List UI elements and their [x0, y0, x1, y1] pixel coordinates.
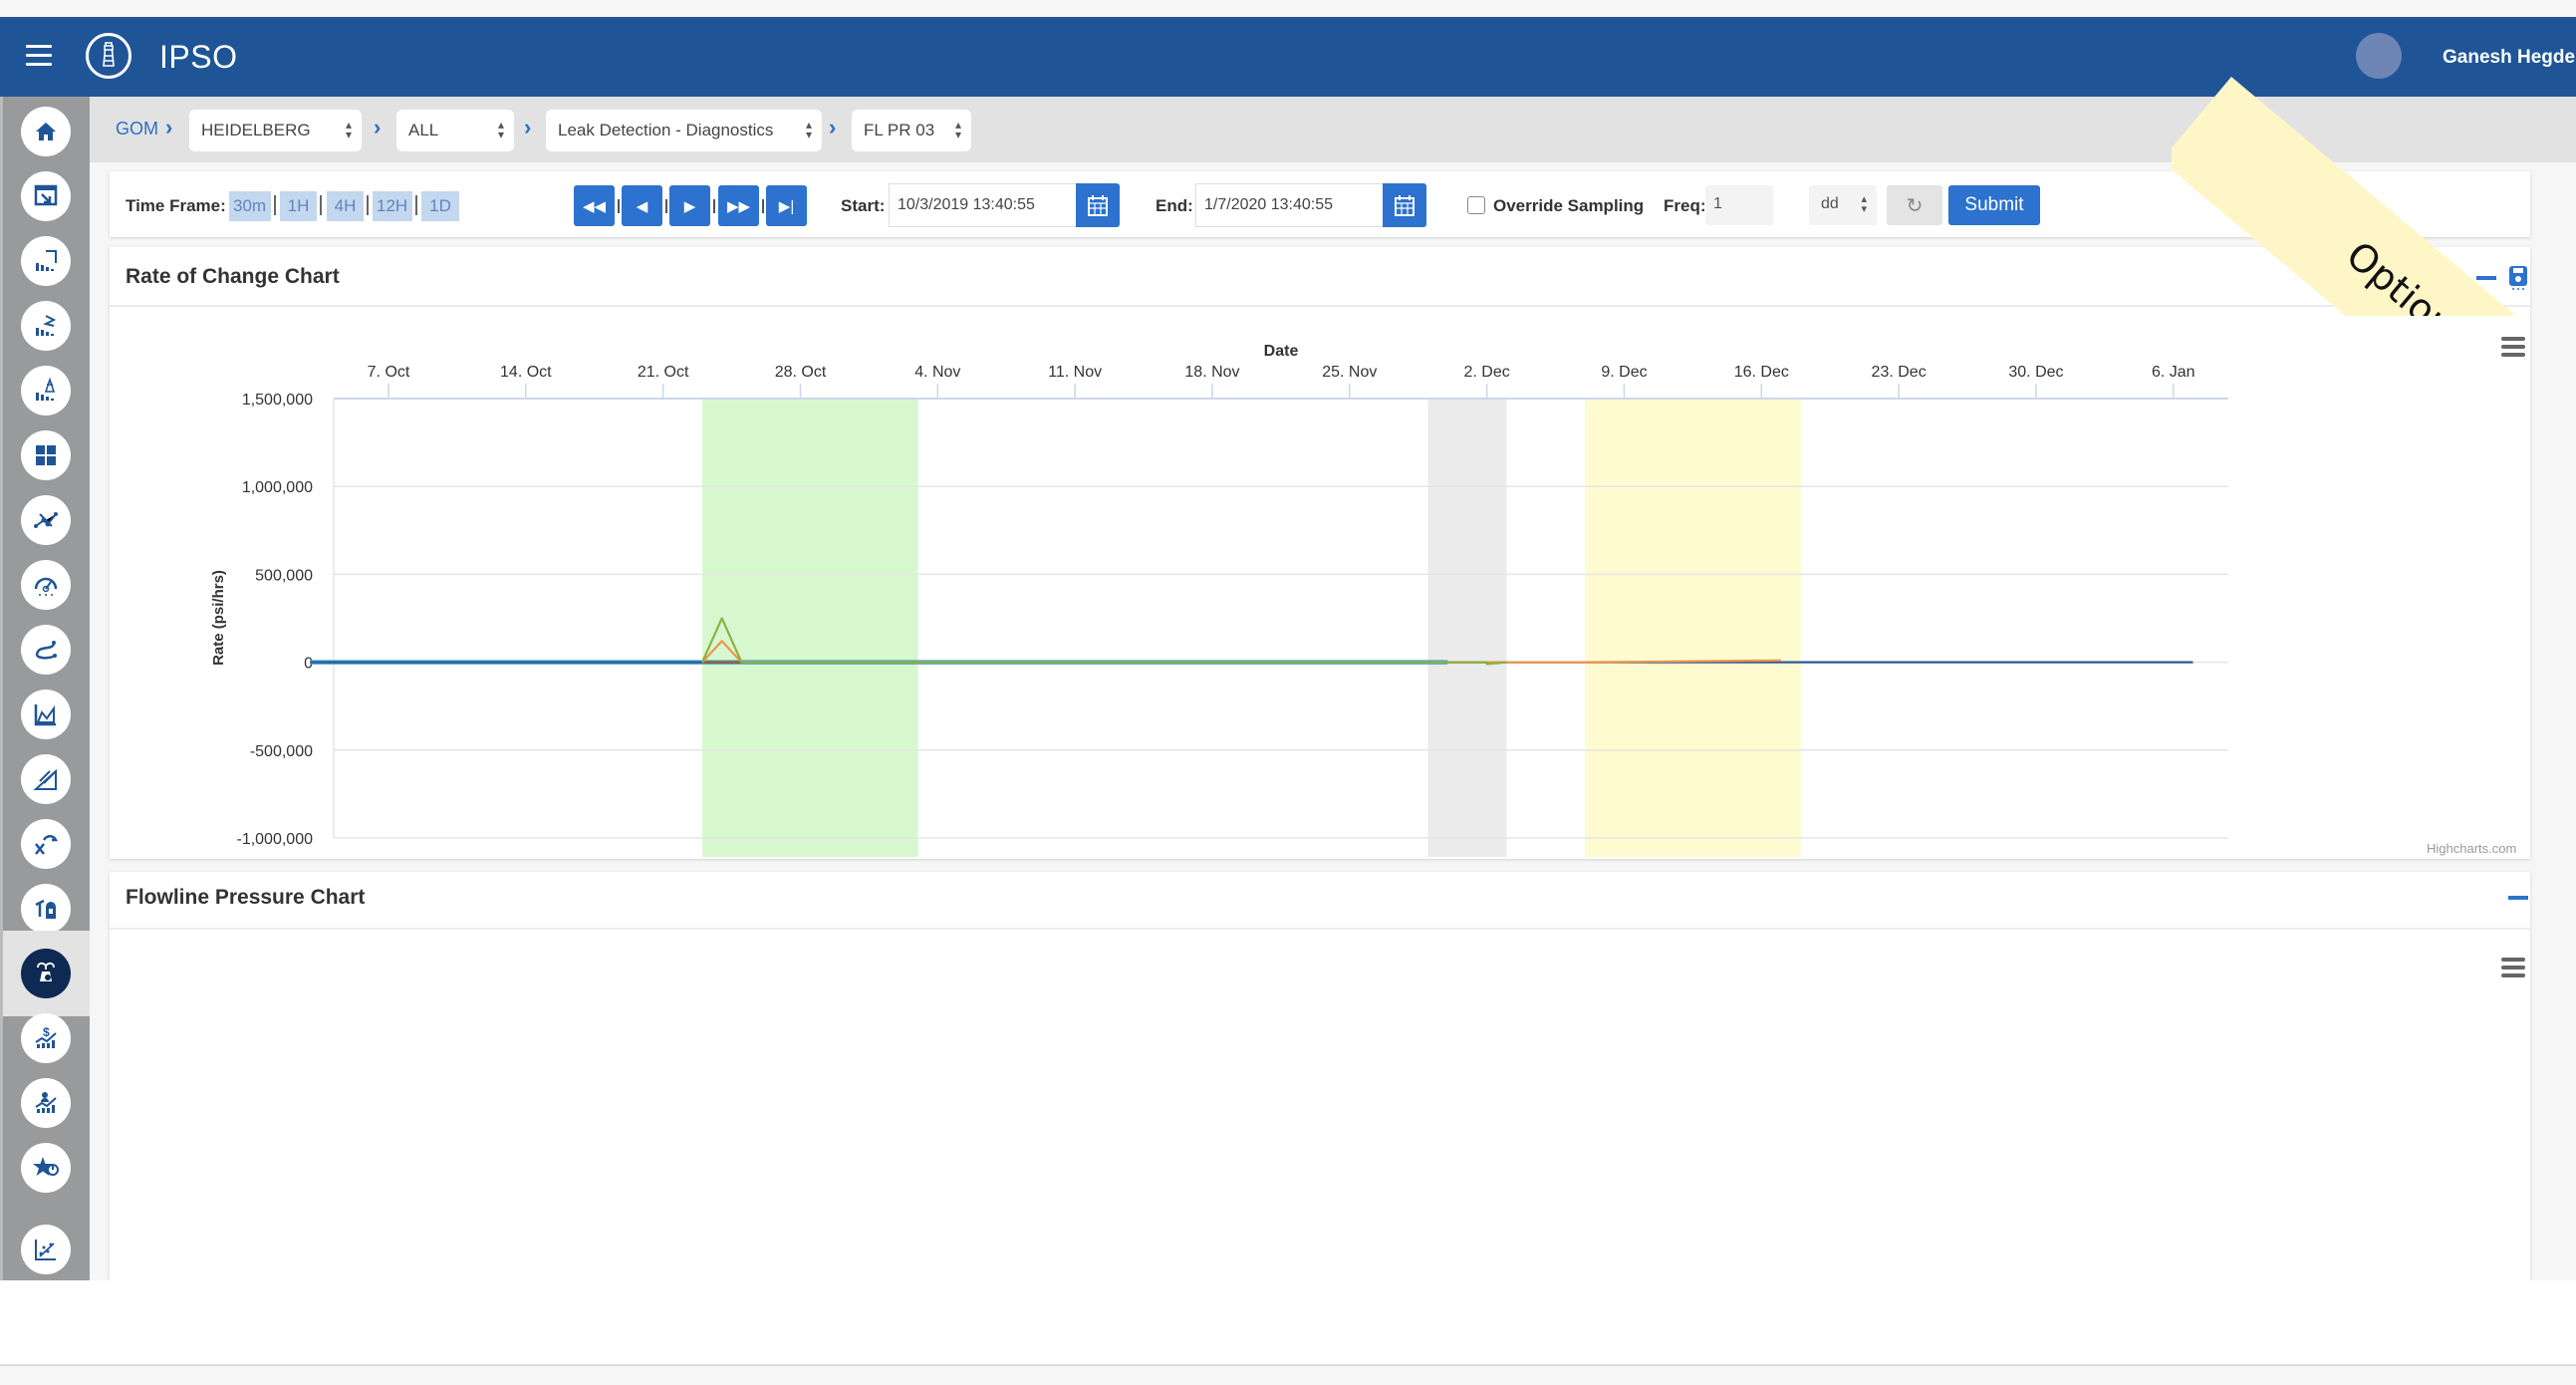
x-tick-label: 11. Nov	[1048, 364, 1102, 381]
plot-band-transient-state	[1585, 399, 1801, 857]
plot-band-shut-in-state	[1427, 399, 1507, 857]
plot-band-steady-state	[702, 399, 918, 857]
y-tick-label: -500,000	[250, 743, 313, 760]
x-tick-label: 4. Nov	[914, 364, 960, 381]
x-tick-label: 30. Dec	[2008, 364, 2063, 381]
y-tick-label: 500,000	[255, 567, 313, 584]
x-axis-title: Date	[1264, 343, 1299, 360]
flowline-chart-viewport	[110, 872, 2530, 1280]
y-tick-label: -1,000,000	[236, 831, 313, 848]
x-tick-label: 25. Nov	[1322, 364, 1377, 381]
x-tick-label: 23. Dec	[1872, 364, 1927, 381]
flowline-chart	[110, 872, 2530, 1280]
x-tick-label: 6. Jan	[2152, 364, 2195, 381]
x-tick-label: 21. Oct	[638, 364, 689, 381]
y-tick-label: 1,000,000	[242, 479, 313, 496]
y-axis-title: Rate (psi/hrs)	[210, 570, 227, 666]
x-tick-label: 9. Dec	[1601, 364, 1647, 381]
x-tick-label: 14. Oct	[500, 364, 552, 381]
x-tick-label: 7. Oct	[368, 364, 410, 381]
page-footer-blank	[0, 1280, 2576, 1366]
x-tick-label: 2. Dec	[1464, 364, 1510, 381]
x-tick-label: 18. Nov	[1184, 364, 1239, 381]
y-tick-label: 1,500,000	[242, 392, 313, 409]
x-tick-label: 28. Oct	[775, 364, 827, 381]
x-tick-label: 16. Dec	[1734, 364, 1789, 381]
